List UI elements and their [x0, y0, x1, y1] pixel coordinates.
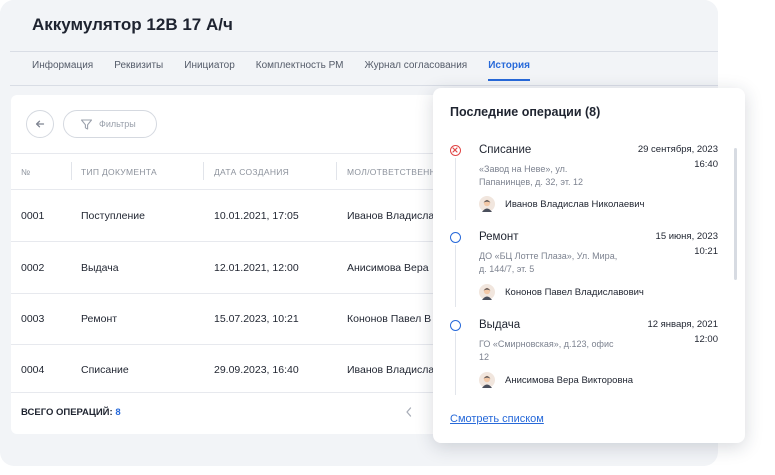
divider [11, 189, 441, 190]
operation-time: 10:21 [694, 246, 718, 257]
divider [11, 392, 441, 393]
operation-time: 12:00 [694, 334, 718, 345]
view-as-list-link[interactable]: Смотреть списком [450, 413, 544, 425]
cell-number: 0003 [21, 313, 45, 325]
status-icon [450, 320, 461, 331]
tabs: Информация Реквизиты Инициатор Комплектн… [32, 60, 551, 81]
operation-datetime: 29 сентября, 2023 16:40 [638, 142, 718, 172]
page-title: Аккумулятор 12В 17 А/ч [32, 15, 233, 34]
total-operations-label: ВСЕГО ОПЕРАЦИЙ: [21, 407, 113, 418]
total-operations: ВСЕГО ОПЕРАЦИЙ: 8 [21, 407, 121, 418]
scrollbar[interactable] [734, 148, 737, 280]
funnel-icon [80, 118, 93, 130]
operation-datetime: 15 июня, 2023 10:21 [656, 229, 718, 259]
operation-type: Ремонт [479, 231, 519, 243]
cell-doc-type: Ремонт [81, 313, 118, 325]
column-separator [71, 162, 72, 180]
divider [10, 51, 718, 52]
back-button[interactable] [26, 110, 54, 138]
timeline-line [455, 245, 456, 307]
cell-person: Анисимова Вера [347, 262, 429, 274]
operation-date: 29 сентября, 2023 [637, 144, 718, 155]
operation-date: 15 июня, 2023 [655, 231, 718, 242]
cell-date: 10.01.2021, 17:05 [214, 210, 299, 222]
divider [11, 241, 441, 242]
cell-number: 0001 [21, 210, 45, 222]
status-icon [450, 232, 461, 243]
cell-number: 0004 [21, 364, 45, 376]
cell-person: Иванов Владисла [347, 210, 435, 222]
column-header-responsible[interactable]: МОЛ/ОТВЕТСТВЕНН [347, 167, 436, 177]
operation-address: ГО «Смирновская», д.123, офис 12 [479, 339, 614, 362]
cell-number: 0002 [21, 262, 45, 274]
avatar [479, 372, 495, 388]
pagination-prev-button[interactable] [404, 405, 414, 423]
tab-requisites[interactable]: Реквизиты [114, 60, 163, 81]
operation-address: ДО «БЦ Лотте Плаза», Ул. Мира, д. 144/7,… [479, 251, 618, 274]
column-header-doc-type[interactable]: ТИП ДОКУМЕНТА [81, 167, 157, 177]
person-name: Иванов Владислав Николаевич [505, 198, 645, 210]
tab-initiator[interactable]: Инициатор [184, 60, 235, 81]
tab-information[interactable]: Информация [32, 60, 93, 81]
cell-date: 12.01.2021, 12:00 [214, 262, 299, 274]
cell-doc-type: Выдача [81, 262, 119, 274]
person-name: Кононов Павел Владиславович [505, 286, 644, 298]
divider [11, 153, 441, 154]
operation-date: 12 января, 2021 [647, 319, 718, 330]
operation-type: Выдача [479, 319, 521, 331]
total-operations-count: 8 [115, 407, 121, 418]
column-separator [336, 162, 337, 180]
operation-address: «Завод на Неве», ул. Папанинцев, д. 32, … [479, 164, 583, 187]
cell-person: Кононов Павел В [347, 313, 432, 325]
cell-person: Иванов Владисла [347, 364, 435, 376]
cancel-status-icon [450, 145, 461, 156]
operation-datetime: 12 января, 2021 12:00 [647, 317, 718, 347]
tab-approval-log[interactable]: Журнал согласования [364, 60, 467, 81]
divider [11, 344, 441, 345]
chevron-left-icon [406, 407, 412, 417]
cell-doc-type: Списание [81, 364, 129, 376]
timeline-line [455, 333, 456, 395]
column-separator [203, 162, 204, 180]
operation-type: Списание [479, 144, 532, 156]
arrow-left-icon [35, 120, 45, 128]
avatar [479, 284, 495, 300]
tab-history[interactable]: История [488, 60, 530, 81]
divider [11, 293, 441, 294]
popup-title: Последние операции (8) [450, 105, 601, 119]
cell-date: 29.09.2023, 16:40 [214, 364, 299, 376]
operation-person: Иванов Владислав Николаевич [479, 196, 644, 212]
operation-person: Кононов Павел Владиславович [479, 284, 644, 300]
avatar [479, 196, 495, 212]
column-header-created-date[interactable]: ДАТА СОЗДАНИЯ [214, 167, 289, 177]
operation-time: 16:40 [694, 159, 718, 170]
tab-completeness[interactable]: Комплектность РМ [256, 60, 344, 81]
filter-label: Фильтры [99, 119, 136, 129]
person-name: Анисимова Вера Викторовна [505, 374, 634, 386]
column-header-number: № [21, 167, 31, 177]
cell-date: 15.07.2023, 10:21 [214, 313, 299, 325]
header: Аккумулятор 12В 17 А/ч Информация Реквиз… [0, 0, 718, 86]
operation-person: Анисимова Вера Викторовна [479, 372, 633, 388]
filter-button[interactable]: Фильтры [63, 110, 157, 138]
cell-doc-type: Поступление [81, 210, 145, 222]
recent-operations-popup: Последние операции (8) Списание «Завод н… [433, 88, 745, 443]
timeline-line [455, 158, 456, 220]
divider [10, 85, 718, 86]
